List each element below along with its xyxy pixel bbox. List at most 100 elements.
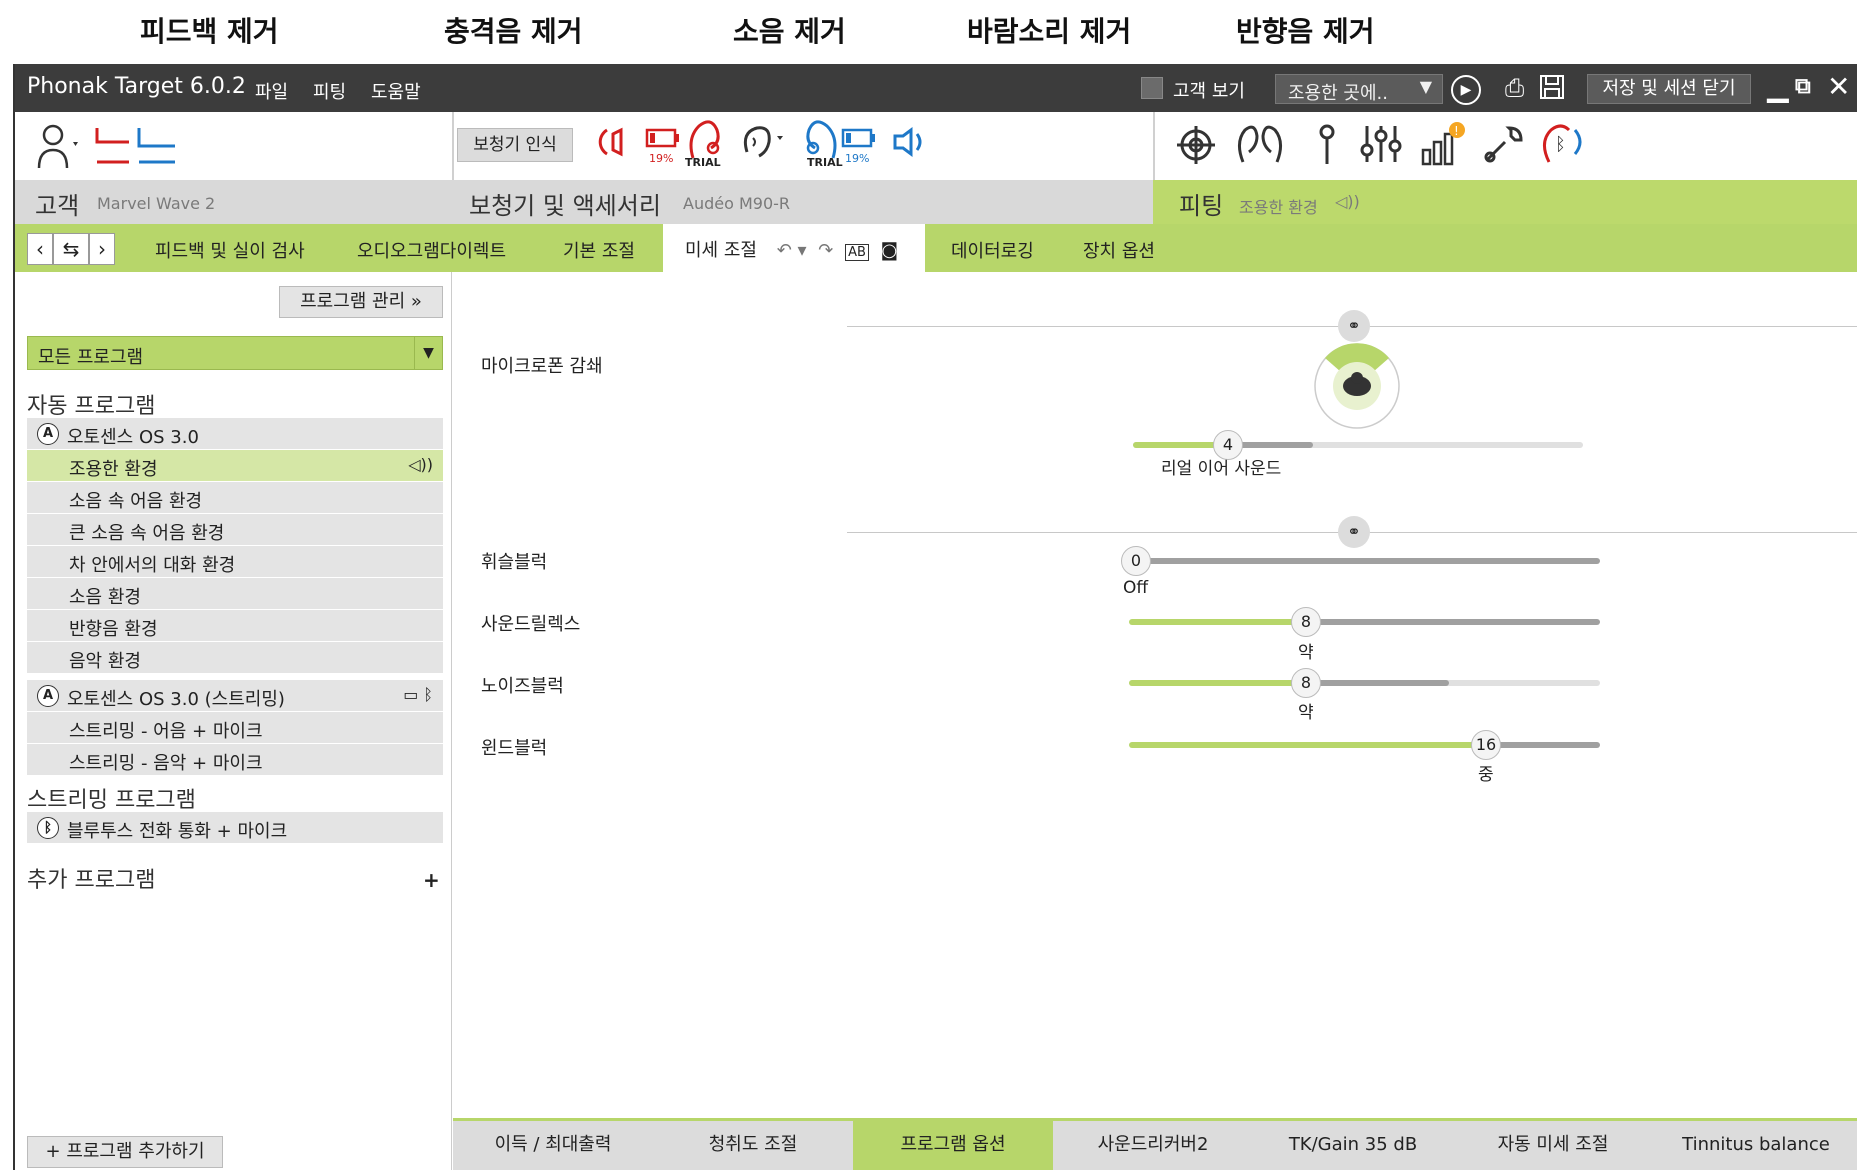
program-manage-button[interactable]: 프로그램 관리 »: [279, 286, 443, 318]
soundrelax-slider-knob[interactable]: 8: [1291, 607, 1321, 637]
fitting-heading[interactable]: 피팅: [1179, 186, 1223, 221]
tab-datalogging[interactable]: 데이터로깅: [951, 237, 1034, 263]
annotation-noise: 소음 제거: [733, 15, 846, 48]
save-icon[interactable]: [1539, 74, 1565, 106]
program-label: 큰 소음 속 어음 환경: [69, 523, 225, 544]
recognize-button[interactable]: 보청기 인식: [457, 128, 573, 162]
print-icon[interactable]: ⎙: [1505, 74, 1524, 102]
section-header-row: 고객 Marvel Wave 2 보청기 및 액세서리 Audéo M90-R …: [15, 180, 1857, 224]
btab-audibility[interactable]: 청취도 조절: [653, 1121, 853, 1170]
program-label: 소음 환경: [69, 587, 141, 608]
ab-compare-icon[interactable]: AB: [845, 244, 869, 261]
client-heading[interactable]: 고객: [35, 186, 79, 221]
tab-audiogram-direct[interactable]: 오디오그램다이렉트: [357, 237, 506, 263]
btab-tinnitus-balance[interactable]: Tinnitus balance: [1653, 1121, 1857, 1170]
redo-icon[interactable]: ↷: [818, 240, 833, 261]
autosense-row[interactable]: A 오토센스 OS 3.0: [27, 418, 443, 450]
program-item[interactable]: 스트리밍 - 음악 + 마이크: [27, 744, 443, 776]
add-program-button[interactable]: + 프로그램 추가하기: [27, 1136, 223, 1168]
right-sound-icon[interactable]: [891, 122, 929, 166]
soundrelax-label: 사운드릴렉스: [481, 614, 581, 635]
svg-text:ᛒ: ᛒ: [1555, 134, 1566, 155]
whistleblock-slider-knob[interactable]: 0: [1121, 546, 1151, 576]
all-programs-select[interactable]: 모든 프로그램 ▼: [27, 336, 443, 370]
real-ear-label: 리얼 이어 사운드: [1161, 459, 1282, 479]
menu-file[interactable]: 파일: [255, 78, 288, 104]
program-label: 음악 환경: [69, 651, 141, 672]
btab-tk-gain[interactable]: TK/Gain 35 dB: [1253, 1121, 1453, 1170]
nav-forward-icon[interactable]: ›: [89, 233, 115, 265]
auto-badge-icon: A: [37, 685, 59, 707]
client-view-checkbox[interactable]: [1141, 77, 1163, 99]
auto-programs-heading: 자동 프로그램: [27, 394, 156, 419]
datalog-bars-icon[interactable]: !: [1419, 120, 1467, 170]
btab-program-options[interactable]: 프로그램 옵션: [853, 1121, 1053, 1170]
remote-ear-icon[interactable]: [739, 122, 789, 166]
whistleblock-level: Off: [1123, 578, 1149, 598]
camera-icon[interactable]: ◙: [881, 240, 898, 261]
tab-fine-tuning[interactable]: 미세 조절 ↶ ▾ ↷ AB ◙: [663, 224, 925, 272]
devices-heading[interactable]: 보청기 및 액세서리: [469, 186, 661, 221]
noiseblock-slider-knob[interactable]: 8: [1291, 668, 1321, 698]
tab-feedback[interactable]: 피드백 및 실이 검사: [155, 237, 305, 263]
btab-gain-mpo[interactable]: 이득 / 최대출력: [453, 1121, 653, 1170]
btab-auto-fine-tuning[interactable]: 자동 미세 조절: [1453, 1121, 1653, 1170]
right-charger-battery-icon[interactable]: [841, 128, 877, 154]
soundrelax-slider-track[interactable]: [1309, 619, 1600, 625]
client-name: Marvel Wave 2: [97, 194, 216, 213]
client-icon[interactable]: [37, 122, 83, 174]
whistleblock-slider-track[interactable]: [1138, 558, 1600, 564]
target-icon[interactable]: [1175, 124, 1217, 170]
environment-select[interactable]: 조용한 곳에.. ▼: [1275, 74, 1443, 104]
program-item[interactable]: 조용한 환경 ◁)): [27, 450, 443, 482]
save-close-button[interactable]: 저장 및 세션 닫기: [1587, 74, 1751, 104]
autosense-stream-row[interactable]: A 오토센스 OS 3.0 (스트리밍) ▭ ᛒ: [27, 680, 443, 712]
program-label: 차 안에서의 대화 환경: [69, 555, 236, 576]
close-icon[interactable]: ✕: [1827, 70, 1850, 103]
real-ear-slider-range: [1233, 442, 1313, 448]
left-trial-label: TRIAL: [685, 156, 721, 169]
ears-icon[interactable]: [1233, 122, 1287, 170]
program-item[interactable]: 소음 속 어음 환경: [27, 482, 443, 514]
program-item[interactable]: 큰 소음 속 어음 환경: [27, 514, 443, 546]
bluetooth-program-row[interactable]: ᛒ 블루투스 전화 통화 + 마이크: [27, 812, 443, 844]
tab-device-options[interactable]: 장치 옵션: [1083, 237, 1155, 263]
nav-swap-icon[interactable]: ⇆: [53, 233, 89, 265]
divider: [1153, 112, 1155, 180]
bluetooth-icon: ᛒ: [37, 817, 59, 839]
plus-icon[interactable]: +: [423, 868, 440, 892]
equalizer-icon[interactable]: [1359, 122, 1403, 170]
menu-fitting[interactable]: 피팅: [313, 78, 346, 104]
nav-back-icon[interactable]: ‹: [27, 233, 53, 265]
bluetooth-ear-icon[interactable]: ᛒ: [1537, 120, 1587, 170]
program-item[interactable]: 음악 환경: [27, 642, 443, 674]
windblock-slider-track[interactable]: [1489, 742, 1600, 748]
program-item[interactable]: 스트리밍 - 어음 + 마이크: [27, 712, 443, 744]
program-item[interactable]: 반향음 환경: [27, 610, 443, 642]
right-trial-label: TRIAL: [807, 156, 843, 169]
restore-icon[interactable]: ⧉: [1795, 74, 1811, 99]
soundrelax-level: 약: [1298, 643, 1314, 663]
left-charger-battery-icon[interactable]: [645, 128, 681, 154]
annotation-wind: 바람소리 제거: [967, 15, 1132, 48]
probe-icon[interactable]: [1315, 122, 1339, 170]
btab-soundrecover2[interactable]: 사운드리커버2: [1053, 1121, 1253, 1170]
windblock-slider-knob[interactable]: 16: [1471, 730, 1501, 760]
minimize-icon[interactable]: ▁: [1767, 70, 1789, 103]
left-sound-icon[interactable]: [597, 122, 635, 171]
toolbar-row: 보청기 인식 19% TRIAL TRIAL 19% ! ᛒ: [15, 112, 1857, 180]
menu-help[interactable]: 도움말: [371, 78, 421, 104]
undo-icon[interactable]: ↶ ▾: [777, 240, 807, 261]
program-item[interactable]: 소음 환경: [27, 578, 443, 610]
annotation-impulse: 충격음 제거: [444, 15, 583, 48]
wrench-icon[interactable]: [1481, 122, 1525, 170]
play-icon[interactable]: ▶: [1451, 75, 1481, 105]
autosense-stream-label: 오토센스 OS 3.0 (스트리밍): [67, 689, 285, 710]
link-icon[interactable]: ⚭: [1338, 310, 1370, 342]
program-item[interactable]: 차 안에서의 대화 환경: [27, 546, 443, 578]
audiogram-icon[interactable]: [95, 126, 181, 170]
speaker-icon: ◁)): [1335, 192, 1360, 211]
tab-basic-tuning[interactable]: 기본 조절: [563, 237, 635, 263]
link-icon[interactable]: ⚭: [1338, 516, 1370, 548]
whistleblock-label: 휘슬블럭: [481, 552, 548, 573]
